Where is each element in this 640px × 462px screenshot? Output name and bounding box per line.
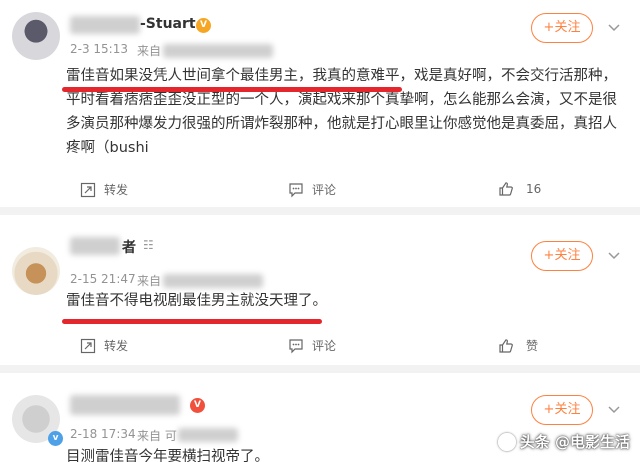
chevron-down-icon[interactable]: [606, 248, 622, 264]
like-label: 赞: [526, 339, 539, 353]
highlight-underline: [62, 319, 322, 324]
post-text: 雷佳音不得电视剧最佳男主就没天理了。: [66, 293, 327, 309]
follow-button[interactable]: +关注: [531, 241, 593, 271]
avatar[interactable]: [12, 247, 60, 295]
post-time: 2-18 17:34: [70, 427, 136, 441]
repost-button[interactable]: 转发: [80, 181, 128, 198]
avatar[interactable]: [12, 12, 60, 60]
like-button[interactable]: 赞: [498, 337, 538, 354]
vip-badge-icon: V: [196, 18, 211, 33]
highlight-underline: [62, 87, 402, 92]
repost-icon: [80, 182, 96, 197]
like-count: 16: [526, 182, 542, 196]
chevron-down-icon[interactable]: [606, 20, 622, 36]
blurred-source: [163, 274, 263, 288]
post-card-1: -Stuart V 2-3 15:13 来自 +关注 雷佳音如果没凭人世间拿个最…: [0, 0, 640, 207]
comment-icon: [289, 182, 303, 197]
like-icon: [499, 182, 513, 196]
username[interactable]: -Stuart: [140, 16, 196, 32]
like-button[interactable]: 16: [498, 181, 541, 197]
post-text-line: 疼啊（bushi: [66, 140, 149, 156]
post-separator: [0, 207, 640, 215]
watermark: 头条 @电影生活: [497, 431, 630, 452]
repost-label: 转发: [104, 339, 129, 353]
blurred-username: [70, 237, 120, 255]
like-icon: [499, 338, 513, 353]
post-card-2: 者 ☷ 2-15 21:47 来自 +关注 雷佳音不得电视剧最佳男主就没天理了。…: [0, 215, 640, 365]
post-source: 来自: [137, 274, 162, 288]
comment-label: 评论: [312, 183, 337, 197]
watermark-text: 头条 @电影生活: [519, 433, 630, 451]
chevron-down-icon[interactable]: [606, 402, 622, 418]
post-text: 雷佳音如果没凭人世间拿个最佳男主，我真的意难平，戏是真好啊，不会交行活那种， 平…: [66, 64, 626, 160]
follow-button[interactable]: +关注: [531, 395, 593, 425]
comment-button[interactable]: 评论: [288, 337, 336, 354]
blurred-username: [70, 16, 140, 34]
comment-icon: [289, 338, 303, 353]
post-separator: [0, 365, 640, 373]
post-text-line: 雷佳音如果没凭人世间拿个最佳男主，我真的意难平，戏是真好啊，不会交行活那种，: [66, 68, 617, 84]
post-time: 2-3 15:13: [70, 42, 128, 56]
blurred-username: [70, 395, 180, 415]
post-time: 2-15 21:47: [70, 272, 136, 286]
badge-icon: ☷: [143, 238, 154, 252]
blurred-source: [163, 44, 273, 58]
comment-button[interactable]: 评论: [288, 181, 336, 198]
blurred-source: [178, 428, 238, 442]
post-source: 来自 可: [137, 429, 177, 443]
username[interactable]: 者: [122, 237, 136, 257]
vip-badge-icon: v: [48, 431, 63, 446]
follow-button[interactable]: +关注: [531, 13, 593, 43]
repost-button[interactable]: 转发: [80, 337, 128, 354]
watermark-logo-icon: [497, 432, 516, 451]
comment-label: 评论: [312, 339, 337, 353]
repost-label: 转发: [104, 183, 129, 197]
vip-badge-icon: V: [190, 398, 205, 413]
post-text-line: 多演员那种爆发力很强的所谓炸裂那种，他就是打心眼里让你感觉他是真委屈，真招人: [66, 116, 617, 132]
post-source: 来自: [137, 44, 162, 58]
repost-icon: [80, 338, 96, 353]
